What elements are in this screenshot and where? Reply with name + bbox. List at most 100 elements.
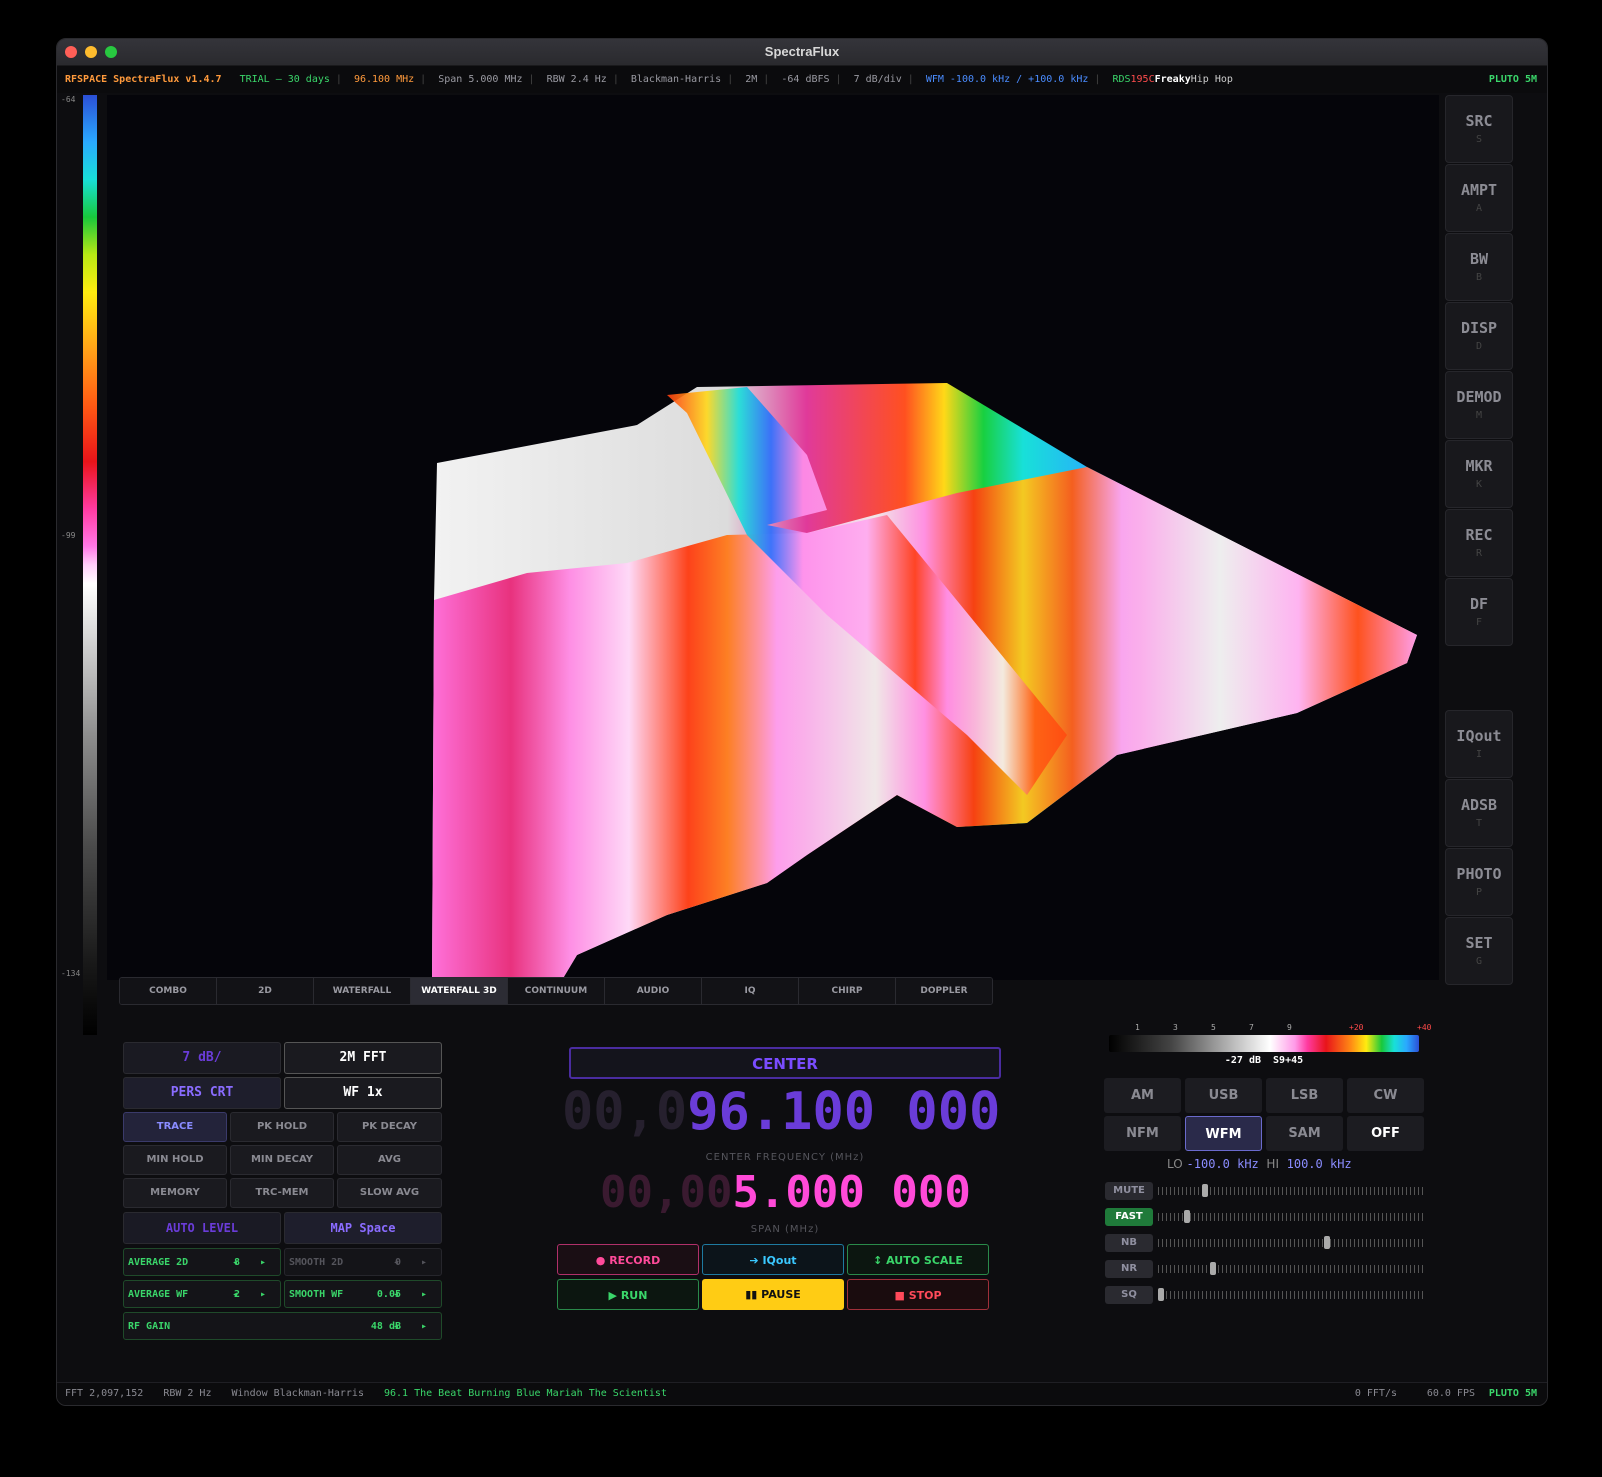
slider-knob[interactable]	[1158, 1288, 1164, 1301]
hi-label: HI	[1266, 1157, 1279, 1171]
side-button-src[interactable]: SRC S	[1445, 95, 1513, 163]
mode-am[interactable]: AM	[1104, 1078, 1181, 1113]
smeter-bar	[1109, 1035, 1419, 1052]
slider-knob[interactable]	[1210, 1262, 1216, 1275]
lo-value[interactable]: -100.0 kHz	[1187, 1157, 1259, 1171]
tab-2d[interactable]: 2D	[217, 978, 314, 1004]
side-button-mkr[interactable]: MKR K	[1445, 440, 1513, 508]
trace-mode-trc-mem[interactable]: TRC-MEM	[230, 1178, 334, 1208]
trace-mode-pk-decay[interactable]: PK DECAY	[337, 1112, 442, 1142]
side-button-rec[interactable]: REC R	[1445, 509, 1513, 577]
mode-nfm[interactable]: NFM	[1104, 1116, 1181, 1151]
iqout-button[interactable]: ➔ IQout	[702, 1244, 844, 1275]
auto-scale-button[interactable]: ↕ AUTO SCALE	[847, 1244, 989, 1275]
side-button-key: S	[1475, 134, 1483, 145]
smeter-tick: +20	[1349, 1023, 1364, 1032]
span-display[interactable]: 00,005.000 000	[600, 1167, 971, 1218]
side-button-key: F	[1475, 617, 1483, 628]
mode-cw[interactable]: CW	[1347, 1078, 1424, 1113]
trace-mode-avg[interactable]: AVG	[337, 1145, 442, 1175]
auto-level-button[interactable]: AUTO LEVEL	[123, 1212, 281, 1244]
tab-chirp[interactable]: CHIRP	[799, 978, 896, 1004]
side-button-label: REC	[1465, 526, 1493, 544]
side-button-adsb[interactable]: ADSB T	[1445, 779, 1513, 847]
waterfall-3d-plot[interactable]	[107, 95, 1439, 980]
tab-continuum[interactable]: CONTINUUM	[508, 978, 605, 1004]
status-scale: 7 dB/div	[853, 74, 902, 85]
stepper-arrows[interactable]: ◂ ▸	[393, 1281, 435, 1309]
control-label: AVERAGE 2D	[128, 1257, 189, 1268]
average-2d-control[interactable]: AVERAGE 2D 8 ◂ ▸	[123, 1248, 281, 1276]
agc-slider[interactable]	[1158, 1210, 1424, 1223]
side-button-label: SRC	[1465, 112, 1493, 130]
trace-mode-min-decay[interactable]: MIN DECAY	[230, 1145, 334, 1175]
mode-lsb[interactable]: LSB	[1266, 1078, 1343, 1113]
center-mode-button[interactable]: CENTER	[569, 1047, 1001, 1079]
tab-combo[interactable]: COMBO	[120, 978, 217, 1004]
trace-mode-pk-hold[interactable]: PK HOLD	[230, 1112, 334, 1142]
side-button-df[interactable]: DF F	[1445, 578, 1513, 646]
rf-gain-control[interactable]: RF GAIN 48 dB ◂ ▸	[123, 1312, 442, 1340]
side-button-ampt[interactable]: AMPT A	[1445, 164, 1513, 232]
sq-button[interactable]: SQ	[1105, 1286, 1153, 1304]
smooth-2d-control[interactable]: SMOOTH 2D 0 ◂ ▸	[284, 1248, 442, 1276]
stepper-arrows[interactable]: ◂ ▸	[232, 1249, 274, 1277]
mode-wfm[interactable]: WFM	[1185, 1116, 1262, 1151]
bottom-fft: FFT 2,097,152	[65, 1388, 144, 1399]
sq-slider[interactable]	[1158, 1288, 1424, 1301]
stepper-arrows[interactable]: ◂ ▸	[393, 1313, 435, 1341]
side-button-key: M	[1475, 410, 1483, 421]
nr-button[interactable]: NR	[1105, 1260, 1153, 1278]
mode-sam[interactable]: SAM	[1266, 1116, 1343, 1151]
mute-slider[interactable]	[1158, 1184, 1424, 1197]
side-button-label: PHOTO	[1456, 865, 1502, 883]
trace-mode-memory[interactable]: MEMORY	[123, 1178, 227, 1208]
slider-knob[interactable]	[1202, 1184, 1209, 1197]
stepper-arrows[interactable]: ◂ ▸	[393, 1249, 435, 1277]
stop-button[interactable]: ■ STOP	[847, 1279, 989, 1310]
mute-button[interactable]: MUTE	[1105, 1182, 1153, 1200]
mode-off[interactable]: OFF	[1347, 1116, 1424, 1151]
trace-mode-slow-avg[interactable]: SLOW AVG	[337, 1178, 442, 1208]
tab-iq[interactable]: IQ	[702, 978, 799, 1004]
stepper-arrows[interactable]: ◂ ▸	[232, 1281, 274, 1309]
side-button-set[interactable]: SET G	[1445, 917, 1513, 985]
colormap-button[interactable]: MAP Space	[284, 1212, 442, 1244]
side-button-key: T	[1475, 818, 1483, 829]
slider-knob[interactable]	[1184, 1210, 1190, 1223]
side-button-demod[interactable]: DEMOD M	[1445, 371, 1513, 439]
center-frequency-display[interactable]: 00,096.100 000	[562, 1082, 1000, 1142]
side-button-iqout[interactable]: IQout I	[1445, 710, 1513, 778]
side-button-disp[interactable]: DISP D	[1445, 302, 1513, 370]
pause-button[interactable]: ▮▮ PAUSE	[702, 1279, 844, 1310]
pers-crt-button[interactable]: PERS CRT	[123, 1077, 281, 1109]
tab-doppler[interactable]: DOPPLER	[896, 978, 992, 1004]
tab-audio[interactable]: AUDIO	[605, 978, 702, 1004]
view-tabs: COMBO 2D WATERFALL WATERFALL 3D CONTINUU…	[119, 977, 993, 1005]
status-ref: -64 dBFS	[781, 74, 830, 85]
smeter-tick: 5	[1211, 1023, 1216, 1032]
nb-slider[interactable]	[1158, 1236, 1424, 1249]
fft-size-button[interactable]: 2M FFT	[284, 1042, 442, 1074]
slider-knob[interactable]	[1324, 1236, 1331, 1249]
control-label: AVERAGE WF	[128, 1289, 189, 1300]
side-button-photo[interactable]: PHOTO P	[1445, 848, 1513, 916]
side-button-bw[interactable]: BW B	[1445, 233, 1513, 301]
nb-button[interactable]: NB	[1105, 1234, 1153, 1252]
bottom-device: PLUTO 5M	[1488, 1388, 1537, 1399]
hi-value[interactable]: 100.0 kHz	[1287, 1157, 1352, 1171]
db-div-button[interactable]: 7 dB/	[123, 1042, 281, 1074]
smooth-wf-control[interactable]: SMOOTH WF 0.05 ◂ ▸	[284, 1280, 442, 1308]
wf-speed-button[interactable]: WF 1x	[284, 1077, 442, 1109]
tab-waterfall[interactable]: WATERFALL	[314, 978, 411, 1004]
trace-mode-min-hold[interactable]: MIN HOLD	[123, 1145, 227, 1175]
average-wf-control[interactable]: AVERAGE WF 2 ◂ ▸	[123, 1280, 281, 1308]
agc-fast-button[interactable]: FAST	[1105, 1208, 1153, 1226]
trace-mode-trace[interactable]: TRACE	[123, 1112, 227, 1142]
mode-usb[interactable]: USB	[1185, 1078, 1262, 1113]
record-button[interactable]: ● RECORD	[557, 1244, 699, 1275]
tab-waterfall-3d[interactable]: WATERFALL 3D	[411, 978, 508, 1004]
colorbar-mid: -99	[61, 531, 76, 540]
nr-slider[interactable]	[1158, 1262, 1424, 1275]
run-button[interactable]: ▶ RUN	[557, 1279, 699, 1310]
